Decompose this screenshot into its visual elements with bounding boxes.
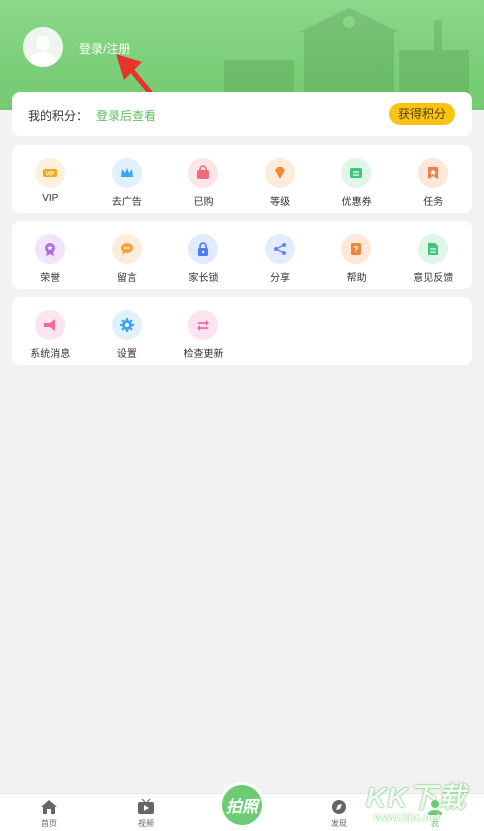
vip-icon: VIP <box>35 158 65 188</box>
menu-label: 优惠券 <box>341 197 372 208</box>
tab-discover[interactable]: 发现 <box>309 794 369 831</box>
center-camera-button[interactable]: 拍照 <box>219 782 265 828</box>
gear-icon <box>111 310 142 340</box>
menu-row-3: 系统消息 设置 检查更新 <box>12 297 472 365</box>
megaphone-icon <box>35 310 65 340</box>
center-button-label: 拍照 <box>225 799 258 816</box>
coupon-icon <box>341 158 372 188</box>
avatar[interactable] <box>23 27 63 67</box>
menu-item-remove-ads[interactable]: 去广告 <box>89 145 166 213</box>
menu-item-settings[interactable]: 设置 <box>89 297 166 365</box>
svg-text:?: ? <box>354 245 359 254</box>
tab-mine[interactable]: 我 <box>405 794 465 831</box>
lock-icon <box>188 234 219 264</box>
get-points-button[interactable]: 获得积分 <box>389 103 455 125</box>
message-icon <box>111 234 142 264</box>
menu-row-1: VIP VIP 去广告 已购 等级 优惠券 任务 <box>12 145 472 213</box>
points-card: 我的积分： 登录后查看 获得积分 <box>12 92 472 136</box>
menu-label: 设置 <box>116 349 137 360</box>
tab-label: 视频 <box>138 819 154 828</box>
menu-item-honor[interactable]: 荣誉 <box>12 221 89 289</box>
crown-icon <box>111 158 142 188</box>
menu-item-help[interactable]: ? 帮助 <box>318 221 395 289</box>
menu-item-coupon[interactable]: 优惠券 <box>318 145 395 213</box>
menu-label: 家长锁 <box>188 273 219 284</box>
menu-item-task[interactable]: 任务 <box>395 145 472 213</box>
tv-icon <box>138 799 154 814</box>
menu-label: 荣誉 <box>40 273 61 284</box>
menu-item-check-update[interactable]: 检查更新 <box>165 297 242 365</box>
task-icon <box>417 158 448 188</box>
menu-label: 等级 <box>270 197 291 208</box>
tab-home[interactable]: 首页 <box>19 794 79 831</box>
menu-label: 帮助 <box>346 273 367 284</box>
share-icon <box>264 234 295 264</box>
feedback-icon <box>417 234 448 264</box>
menu-label: 系统消息 <box>30 349 71 360</box>
menu-label: VIP <box>42 193 59 204</box>
tab-label: 发现 <box>331 819 347 828</box>
menu-label: 分享 <box>270 273 291 284</box>
points-label: 我的积分： <box>28 109 89 123</box>
menu-item-vip[interactable]: VIP VIP <box>12 145 89 213</box>
menu-label: 留言 <box>116 273 137 284</box>
menu-item-message[interactable]: 留言 <box>89 221 166 289</box>
compass-icon <box>332 800 346 814</box>
refresh-icon <box>188 310 219 340</box>
tab-label: 我 <box>431 819 439 828</box>
menu-item-system-message[interactable]: 系统消息 <box>12 297 89 365</box>
tab-video[interactable]: 视频 <box>116 794 176 831</box>
menu-item-level[interactable]: 等级 <box>242 145 319 213</box>
menu-label: 意见反馈 <box>413 273 454 284</box>
menu-item-parental-lock[interactable]: 家长锁 <box>165 221 242 289</box>
menu-item-share[interactable]: 分享 <box>242 221 319 289</box>
menu-item-feedback[interactable]: 意见反馈 <box>395 221 472 289</box>
menu-label: 检查更新 <box>183 349 224 360</box>
menu-item-purchased[interactable]: 已购 <box>165 145 242 213</box>
help-icon: ? <box>341 234 372 264</box>
menu-label: 任务 <box>423 197 444 208</box>
points-login-hint[interactable]: 登录后查看 <box>96 107 156 124</box>
menu-row-2: 荣誉 留言 家长锁 分享 ? 帮助 意见反馈 <box>12 221 472 289</box>
user-avatar-icon <box>23 27 63 67</box>
medal-icon <box>35 234 65 264</box>
user-icon <box>428 800 442 815</box>
svg-text:VIP: VIP <box>46 172 55 178</box>
menu-label: 已购 <box>193 197 214 208</box>
menu-label: 去广告 <box>111 197 142 208</box>
shopping-bag-icon <box>188 158 219 188</box>
home-icon <box>41 800 57 814</box>
tab-label: 首页 <box>41 819 57 828</box>
diamond-icon <box>264 158 295 188</box>
